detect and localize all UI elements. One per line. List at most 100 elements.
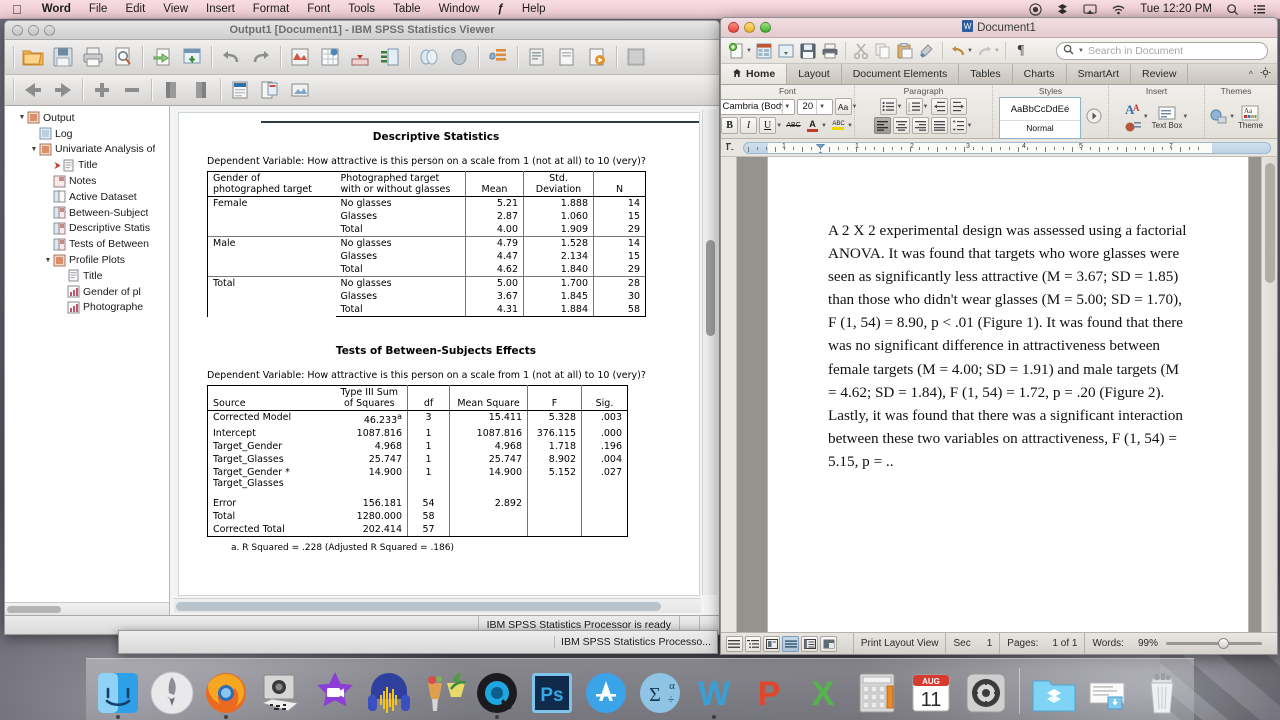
tree-item-between-subjects[interactable]: Between-Subject <box>5 205 169 221</box>
tab-smartart[interactable]: SmartArt <box>1067 64 1131 84</box>
record-icon[interactable] <box>1023 2 1048 16</box>
scrollbar-thumb[interactable] <box>1265 163 1275 283</box>
menu-font[interactable]: Font <box>298 3 339 15</box>
dock-item-imovie[interactable] <box>309 665 360 717</box>
scrollbar-thumb[interactable] <box>7 606 61 613</box>
strikethrough-button[interactable]: ABC <box>785 117 802 134</box>
dock-item-audacity[interactable] <box>363 665 414 717</box>
dock-item-app-store[interactable] <box>580 665 631 717</box>
chevron-down-icon[interactable]: ▼ <box>1143 114 1149 120</box>
format-painter-icon[interactable] <box>916 40 938 62</box>
run-icon[interactable] <box>583 43 611 71</box>
align-right-button[interactable] <box>911 117 929 134</box>
scrollbar-thumb[interactable] <box>176 602 661 611</box>
dock-item-finder[interactable] <box>92 665 143 719</box>
print-layout-button[interactable] <box>782 635 800 652</box>
promote-icon[interactable] <box>88 76 116 104</box>
numbered-list-button[interactable]: 123 <box>905 98 923 115</box>
tree-item-log[interactable]: Log <box>5 126 169 142</box>
spss-outline-tree[interactable]: ▼ Output Log ▼ Univariate Analysis of ⮞ … <box>5 106 170 615</box>
chevron-down-icon[interactable]: ▼ <box>746 48 752 54</box>
spss-viewer-window[interactable]: Output1 [Document1] - IBM SPSS Statistic… <box>4 20 720 635</box>
font-name-field[interactable]: Cambria (Body) ▼ <box>721 98 795 115</box>
insert-cases-icon[interactable] <box>346 43 374 71</box>
dock-item-microsoft-word[interactable]: W <box>689 665 740 719</box>
insert-text-icon[interactable] <box>256 76 284 104</box>
undo-icon[interactable] <box>217 43 245 71</box>
tree-item-descriptive-statistics[interactable]: Descriptive Statis <box>5 221 169 237</box>
chevron-down-icon[interactable]: ▼ <box>967 123 973 129</box>
text-box-button[interactable]: Text Box <box>1152 105 1182 130</box>
menu-help[interactable]: Help <box>513 3 555 15</box>
tree-item-active-dataset[interactable]: Active Dataset <box>5 189 169 205</box>
dock-item-trash[interactable] <box>1137 665 1188 717</box>
underline-button[interactable]: U <box>759 117 777 134</box>
spss-toolbar-row-1[interactable] <box>5 40 719 75</box>
themes-button[interactable]: Aa Theme <box>1238 105 1263 130</box>
italic-button[interactable]: I <box>740 117 758 134</box>
back-icon[interactable] <box>19 76 47 104</box>
word-ribbon[interactable]: Font Cambria (Body) ▼ 20 ▼ Aa ▼ B I <box>721 85 1277 139</box>
font-size-field[interactable]: 20 ▼ <box>796 98 833 115</box>
tree-horizontal-scrollbar[interactable] <box>5 602 169 615</box>
shapes-button[interactable] <box>1209 109 1229 125</box>
paste-icon[interactable] <box>894 40 916 62</box>
insert-title-icon[interactable] <box>226 76 254 104</box>
scrollbar-thumb[interactable] <box>706 240 715 336</box>
decrease-indent-button[interactable] <box>931 98 949 115</box>
themes-row[interactable]: ▼ Aa Theme <box>1209 97 1263 137</box>
ribbon-controls[interactable]: ^ <box>1243 64 1277 84</box>
save-icon[interactable] <box>797 40 819 62</box>
demote-icon[interactable] <box>118 76 146 104</box>
dock-item-photoshop[interactable]: Ps <box>526 665 577 717</box>
menu-bar-clock[interactable]: Tue 12:20 PM <box>1134 3 1218 15</box>
tab-tables[interactable]: Tables <box>959 64 1013 84</box>
copy-icon[interactable] <box>872 40 894 62</box>
word-ribbon-tabs[interactable]: Home Layout Document Elements Tables Cha… <box>721 64 1277 85</box>
font-color-button[interactable]: A <box>804 117 821 134</box>
collapse-icon[interactable] <box>157 76 185 104</box>
word-horizontal-ruler[interactable]: 1 1 2 3 4 5 7 <box>721 139 1277 157</box>
insert-row-1[interactable]: AA ▼ Text Box ▼ <box>1124 97 1190 137</box>
spss-output-pane[interactable]: Descriptive Statistics Dependent Variabl… <box>170 106 719 615</box>
menu-format[interactable]: Format <box>244 3 298 15</box>
menu-insert[interactable]: Insert <box>197 3 244 15</box>
open-icon[interactable] <box>775 40 797 62</box>
tree-item-chart-gender[interactable]: Gender of pl <box>5 284 169 300</box>
dock-item-microsoft-powerpoint[interactable]: P <box>743 665 794 717</box>
dock-item-system-preferences[interactable] <box>960 665 1011 717</box>
chevron-down-icon[interactable]: ▼ <box>994 48 1000 54</box>
dropbox-icon[interactable] <box>1050 3 1075 16</box>
word-title-bar[interactable]: W Document1 <box>721 18 1277 38</box>
bulleted-list-button[interactable] <box>879 98 897 115</box>
align-center-button[interactable] <box>892 117 910 134</box>
menu-file[interactable]: File <box>80 3 117 15</box>
tree-item-title[interactable]: ⮞ Title <box>5 157 169 173</box>
draft-view-button[interactable] <box>725 635 743 652</box>
tab-review[interactable]: Review <box>1131 64 1189 84</box>
tab-home[interactable]: Home <box>721 64 788 84</box>
tree-item-tests-of-between[interactable]: Tests of Between <box>5 236 169 252</box>
ribbon-options-gear-icon[interactable] <box>1260 67 1271 81</box>
dock-item-dropbox-folder[interactable] <box>1028 665 1079 717</box>
align-left-button[interactable] <box>873 117 891 134</box>
tree-item-univariate-analysis[interactable]: ▼ Univariate Analysis of <box>5 142 169 158</box>
save-icon[interactable] <box>49 43 77 71</box>
chevron-down-icon[interactable]: ▼ <box>782 99 792 114</box>
tab-layout[interactable]: Layout <box>787 64 842 84</box>
paragraph-row-2[interactable]: ▼ <box>873 116 974 135</box>
chevron-down-icon[interactable]: ▼ <box>967 48 973 54</box>
word-vertical-scrollbar[interactable] <box>1261 157 1277 632</box>
undo-icon[interactable] <box>947 40 969 62</box>
dock-item-calculator[interactable] <box>852 665 903 717</box>
output-horizontal-scrollbar[interactable] <box>174 598 701 613</box>
chevron-down-icon[interactable]: ▼ <box>1182 114 1188 120</box>
search-dropdown-caret[interactable]: ▼ <box>1078 48 1084 54</box>
paragraph-row-1[interactable]: ▼ 123 ▼ <box>879 97 968 116</box>
wifi-icon[interactable] <box>1105 3 1132 16</box>
change-case-button[interactable]: Aa <box>834 98 852 115</box>
menu-script[interactable]: ƒ <box>488 3 512 15</box>
chevron-down-icon[interactable]: ▼ <box>816 99 827 114</box>
spotlight-search-icon[interactable] <box>1220 3 1245 16</box>
collapse-ribbon-icon[interactable]: ^ <box>1249 69 1253 79</box>
